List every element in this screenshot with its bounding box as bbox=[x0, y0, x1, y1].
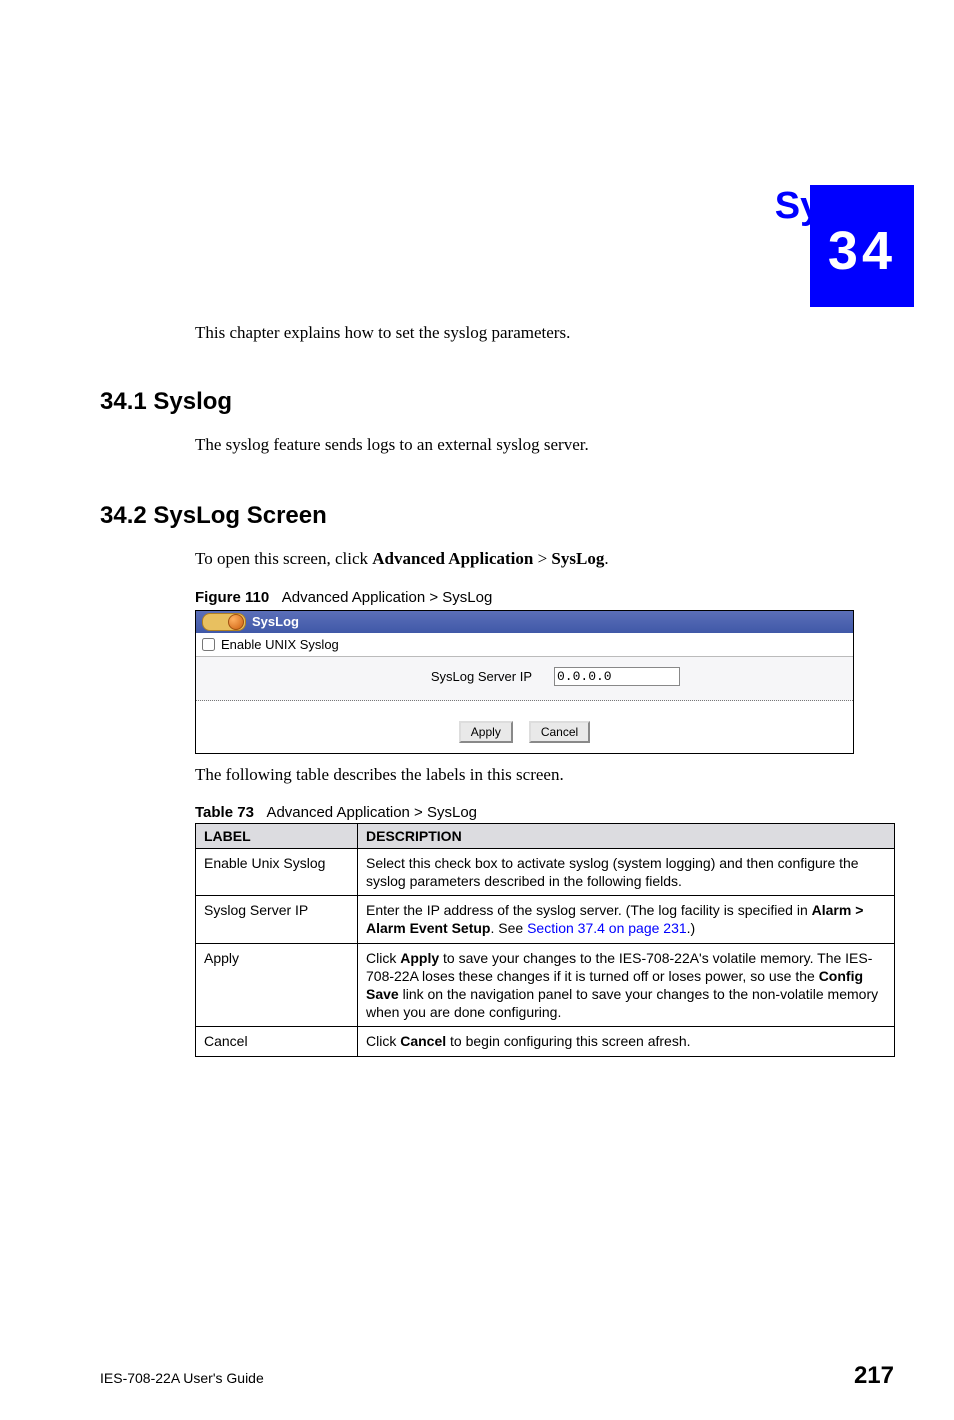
chapter-title: SysLog bbox=[100, 185, 912, 228]
description-table: LABEL DESCRIPTION Enable Unix Syslog Sel… bbox=[195, 823, 895, 1057]
cross-ref-link[interactable]: Section 37.4 on page 231 bbox=[527, 920, 687, 936]
panel-titlebar: SysLog bbox=[196, 611, 853, 633]
figure-caption: Figure 110 Advanced Application > SysLog bbox=[195, 589, 854, 606]
th-description: DESCRIPTION bbox=[358, 823, 895, 848]
enable-syslog-checkbox[interactable] bbox=[202, 638, 215, 651]
nav-path-2: SysLog bbox=[551, 549, 604, 568]
table-header-row: LABEL DESCRIPTION bbox=[196, 823, 895, 848]
chapter-number-badge: 34 bbox=[810, 185, 914, 307]
text: To open this screen, click bbox=[195, 549, 372, 568]
text: link on the navigation panel to save you… bbox=[366, 986, 878, 1020]
post-figure-text: The following table describes the labels… bbox=[195, 764, 854, 787]
apply-button[interactable]: Apply bbox=[459, 721, 513, 743]
text: to save your changes to the IES-708-22A'… bbox=[366, 950, 872, 984]
cell-label: Apply bbox=[196, 943, 358, 1027]
text: . bbox=[604, 549, 608, 568]
enable-syslog-label: Enable UNIX Syslog bbox=[221, 637, 339, 652]
page-number: 217 bbox=[854, 1362, 894, 1390]
table-caption: Table 73 Advanced Application > SysLog bbox=[195, 804, 854, 821]
bold-text: Apply bbox=[400, 950, 439, 966]
cell-label: Syslog Server IP bbox=[196, 896, 358, 943]
text: to begin configuring this screen afresh. bbox=[446, 1033, 690, 1049]
section-heading-34-1: 34.1 Syslog bbox=[100, 388, 854, 416]
syslog-screenshot: SysLog Enable UNIX Syslog SysLog Server … bbox=[195, 610, 854, 754]
text: . See bbox=[490, 920, 527, 936]
syslog-ip-input[interactable] bbox=[554, 667, 680, 686]
table-row: Apply Click Apply to save your changes t… bbox=[196, 943, 895, 1027]
button-row: Apply Cancel bbox=[196, 701, 853, 753]
bold-text: Cancel bbox=[400, 1033, 446, 1049]
cell-desc: Click Apply to save your changes to the … bbox=[358, 943, 895, 1027]
cell-desc: Enter the IP address of the syslog serve… bbox=[358, 896, 895, 943]
table-number: Table 73 bbox=[195, 804, 254, 821]
section-body-34-2: To open this screen, click Advanced Appl… bbox=[195, 548, 854, 571]
intro-text: This chapter explains how to set the sys… bbox=[195, 323, 854, 343]
panel-title: SysLog bbox=[252, 614, 299, 629]
cancel-button[interactable]: Cancel bbox=[529, 721, 590, 743]
text: Enter the IP address of the syslog serve… bbox=[366, 902, 812, 918]
figure-number: Figure 110 bbox=[195, 589, 269, 606]
figure-title: Advanced Application > SysLog bbox=[282, 589, 493, 606]
text: .) bbox=[687, 920, 696, 936]
cell-label: Cancel bbox=[196, 1027, 358, 1056]
text: Click bbox=[366, 1033, 400, 1049]
table-row: Cancel Click Cancel to begin configuring… bbox=[196, 1027, 895, 1056]
section-body-34-1: The syslog feature sends logs to an exte… bbox=[195, 434, 854, 457]
text: Click bbox=[366, 950, 400, 966]
table-title: Advanced Application > SysLog bbox=[266, 804, 477, 821]
section-heading-34-2: 34.2 SysLog Screen bbox=[100, 502, 854, 530]
cell-label: Enable Unix Syslog bbox=[196, 848, 358, 895]
text: > bbox=[533, 549, 551, 568]
footer-guide-title: IES-708-22A User's Guide bbox=[100, 1370, 264, 1386]
enable-syslog-row: Enable UNIX Syslog bbox=[196, 633, 853, 657]
cell-desc: Select this check box to activate syslog… bbox=[358, 848, 895, 895]
cell-desc: Click Cancel to begin configuring this s… bbox=[358, 1027, 895, 1056]
th-label: LABEL bbox=[196, 823, 358, 848]
syslog-ip-row: SysLog Server IP bbox=[196, 657, 853, 701]
table-row: Enable Unix Syslog Select this check box… bbox=[196, 848, 895, 895]
nav-path-1: Advanced Application bbox=[372, 549, 533, 568]
syslog-ip-label: SysLog Server IP bbox=[202, 669, 554, 684]
table-row: Syslog Server IP Enter the IP address of… bbox=[196, 896, 895, 943]
toggle-icon[interactable] bbox=[202, 613, 246, 631]
page-footer: IES-708-22A User's Guide 217 bbox=[100, 1362, 894, 1390]
